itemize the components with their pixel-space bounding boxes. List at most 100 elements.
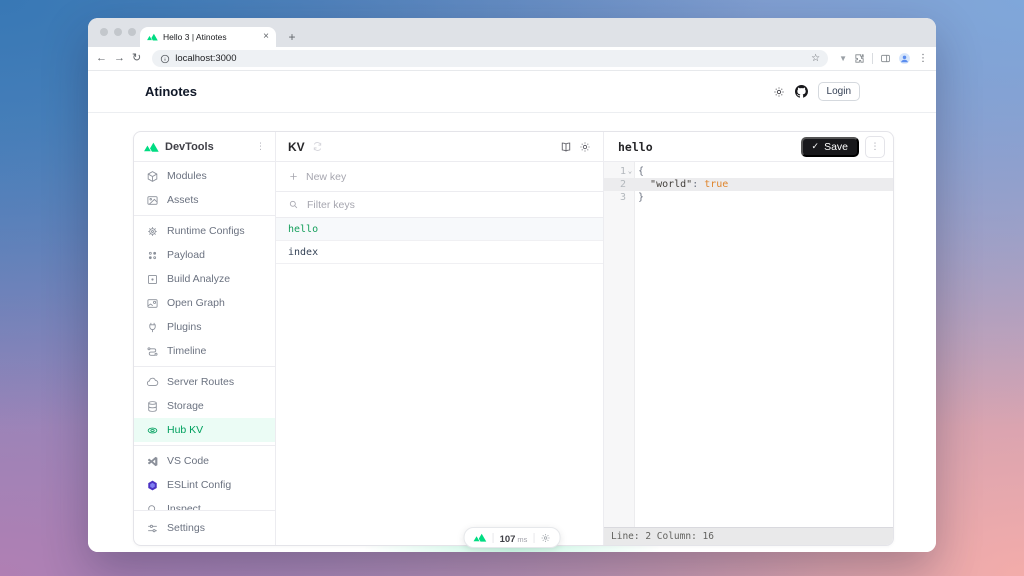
sidebar-item-inspect[interactable]: Inspect bbox=[134, 497, 275, 510]
inspect-icon bbox=[146, 503, 159, 511]
address-bar[interactable]: localhost:3000 ☆ bbox=[152, 50, 828, 67]
kv-key-row-hello[interactable]: hello bbox=[276, 218, 603, 241]
sidebar-item-open-graph[interactable]: Open Graph bbox=[134, 291, 275, 315]
window-maximize-button[interactable] bbox=[128, 28, 136, 36]
theme-toggle-sun-icon[interactable] bbox=[773, 86, 785, 98]
window-close-button[interactable] bbox=[100, 28, 108, 36]
github-icon[interactable] bbox=[795, 85, 808, 98]
theme-sun-icon[interactable] bbox=[579, 141, 591, 153]
tab-close-icon[interactable]: × bbox=[263, 32, 269, 42]
editor-menu-button[interactable]: ⋮ bbox=[865, 136, 885, 158]
kv-key-row-index[interactable]: index bbox=[276, 241, 603, 264]
site-info-icon[interactable] bbox=[160, 54, 170, 64]
line-number: 1⌄ bbox=[604, 165, 634, 178]
forward-button[interactable]: → bbox=[114, 53, 125, 64]
sidebar-item-label: Inspect bbox=[167, 503, 201, 510]
devtools-toggle-pill[interactable]: 107ms bbox=[464, 527, 561, 548]
fold-chevron-icon[interactable]: ⌄ bbox=[626, 165, 634, 178]
runtime-configs-icon bbox=[146, 225, 159, 238]
code-line[interactable]: 2 "world": true bbox=[604, 178, 893, 191]
line-number: 2 bbox=[604, 178, 634, 191]
sidebar-item-label: Modules bbox=[167, 170, 207, 182]
storage-icon bbox=[146, 400, 159, 413]
filter-keys-input[interactable] bbox=[305, 198, 591, 212]
bookmark-star-icon[interactable]: ☆ bbox=[811, 53, 820, 64]
sidebar-item-label: Hub KV bbox=[167, 424, 203, 436]
nuxt-favicon-icon bbox=[147, 33, 158, 41]
check-icon: ✓ bbox=[812, 141, 820, 152]
code-text: } bbox=[634, 191, 644, 204]
sidebar-item-label: Payload bbox=[167, 249, 205, 261]
sidebar-item-label: Server Routes bbox=[167, 376, 234, 388]
sidebar-item-server-routes[interactable]: Server Routes bbox=[134, 370, 275, 394]
sidebar-item-label: ESLint Config bbox=[167, 479, 231, 491]
login-button[interactable]: Login bbox=[818, 82, 860, 101]
browser-toolbar: ← → ↻ localhost:3000 ☆ ▼ ⋮ bbox=[88, 47, 936, 71]
code-line[interactable]: 1⌄{ bbox=[604, 165, 893, 178]
sidebar-item-storage[interactable]: Storage bbox=[134, 394, 275, 418]
vscode-icon bbox=[146, 455, 159, 468]
sidebar-item-modules[interactable]: Modules bbox=[134, 164, 275, 188]
sidebar-item-runtime-configs[interactable]: Runtime Configs bbox=[134, 219, 275, 243]
kv-panel-header: KV bbox=[276, 132, 603, 162]
devtools-sidebar: DevTools ⋮ Modules Assets Runtime Configs P… bbox=[134, 132, 276, 545]
devtools-menu-icon[interactable]: ⋮ bbox=[256, 141, 265, 152]
sidebar-item-vs-code[interactable]: VS Code bbox=[134, 449, 275, 473]
editor-status-bar: Line: 2 Column: 16 bbox=[604, 527, 893, 545]
side-panel-icon[interactable] bbox=[880, 53, 891, 64]
response-time-value: 107 bbox=[500, 534, 516, 545]
url-text[interactable]: localhost:3000 bbox=[175, 53, 236, 64]
code-editor[interactable]: 1⌄{2 "world": true3} bbox=[604, 162, 893, 527]
editor-title: hello bbox=[618, 140, 795, 154]
window-minimize-button[interactable] bbox=[114, 28, 122, 36]
sidebar-item-plugins[interactable]: Plugins bbox=[134, 315, 275, 339]
eslint-icon bbox=[146, 479, 159, 492]
sidebar-item-eslint-config[interactable]: ESLint Config bbox=[134, 473, 275, 497]
sidebar-item-payload[interactable]: Payload bbox=[134, 243, 275, 267]
sidebar-item-assets[interactable]: Assets bbox=[134, 188, 275, 212]
sidebar-item-label: Timeline bbox=[167, 345, 206, 357]
sidebar-item-label: VS Code bbox=[167, 455, 209, 467]
profile-avatar[interactable] bbox=[898, 52, 911, 65]
devtools-sidebar-header: DevTools ⋮ bbox=[134, 132, 275, 162]
browser-menu-icon[interactable]: ⋮ bbox=[918, 53, 928, 64]
response-time-unit: ms bbox=[517, 535, 527, 544]
docs-book-icon[interactable] bbox=[560, 141, 572, 153]
refresh-icon[interactable] bbox=[312, 141, 323, 152]
tab-strip: Hello 3 | Atinotes × + bbox=[88, 18, 936, 47]
sidebar-item-build-analyze[interactable]: Build Analyze bbox=[134, 267, 275, 291]
sidebar-item-label: Settings bbox=[167, 522, 205, 534]
new-key-button[interactable]: New key bbox=[276, 162, 603, 192]
filter-keys-row bbox=[276, 192, 603, 218]
sidebar-divider bbox=[134, 366, 275, 367]
assets-icon bbox=[146, 194, 159, 207]
editor-header: hello ✓ Save ⋮ bbox=[604, 132, 893, 162]
gear-icon[interactable] bbox=[540, 533, 550, 543]
page-content: DevTools ⋮ Modules Assets Runtime Configs P… bbox=[88, 113, 936, 552]
open-graph-icon bbox=[146, 297, 159, 310]
extension-triangle-icon[interactable]: ▼ bbox=[839, 54, 847, 63]
reload-button[interactable]: ↻ bbox=[132, 53, 141, 64]
code-line[interactable]: 3} bbox=[604, 191, 893, 204]
devtools-sidebar-nav: Modules Assets Runtime Configs Payload Build… bbox=[134, 162, 275, 510]
sidebar-item-label: Runtime Configs bbox=[167, 225, 245, 237]
browser-tab[interactable]: Hello 3 | Atinotes × bbox=[140, 27, 276, 47]
sidebar-item-hub-kv[interactable]: Hub KV bbox=[134, 418, 275, 442]
window-controls[interactable] bbox=[100, 28, 136, 36]
extensions-puzzle-icon[interactable] bbox=[854, 53, 865, 64]
sidebar-divider bbox=[134, 215, 275, 216]
devtools-title: DevTools bbox=[165, 141, 250, 153]
modules-icon bbox=[146, 170, 159, 183]
new-tab-button[interactable]: + bbox=[284, 30, 300, 44]
desktop-background: Hello 3 | Atinotes × + ← → ↻ localhost:3… bbox=[0, 0, 1024, 576]
sidebar-item-label: Plugins bbox=[167, 321, 201, 333]
browser-window: Hello 3 | Atinotes × + ← → ↻ localhost:3… bbox=[88, 18, 936, 552]
sidebar-item-timeline[interactable]: Timeline bbox=[134, 339, 275, 363]
save-button[interactable]: ✓ Save bbox=[801, 137, 859, 157]
sidebar-item-label: Open Graph bbox=[167, 297, 225, 309]
sidebar-item-settings[interactable]: Settings bbox=[134, 516, 275, 540]
plus-icon bbox=[288, 171, 299, 182]
settings-sliders-icon bbox=[146, 522, 159, 535]
back-button[interactable]: ← bbox=[96, 53, 107, 64]
site-header: Atinotes Login bbox=[88, 71, 936, 113]
